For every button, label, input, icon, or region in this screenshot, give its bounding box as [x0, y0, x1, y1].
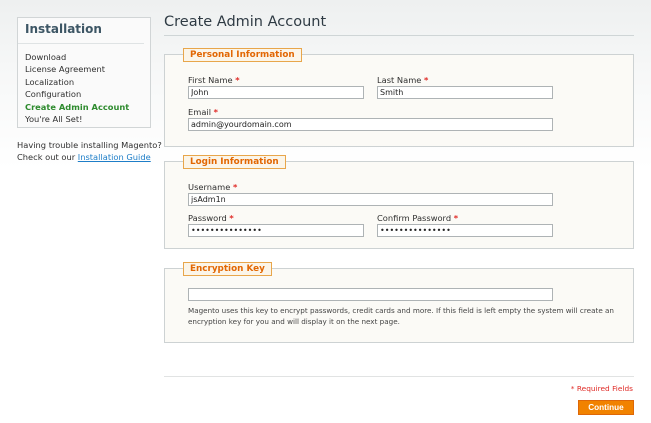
installation-guide-link[interactable]: Installation Guide — [78, 152, 151, 162]
page-title: Create Admin Account — [164, 14, 634, 36]
installation-steps-box: Installation Download License Agreement … — [17, 17, 151, 128]
step-create-admin-account: Create Admin Account — [25, 101, 130, 112]
confirm-password-input[interactable] — [377, 224, 553, 237]
password-input[interactable] — [188, 224, 364, 237]
help-line-1: Having trouble installing Magento? — [17, 140, 162, 150]
last-name-input[interactable] — [377, 86, 553, 99]
required-marker: * — [424, 75, 429, 85]
email-input[interactable] — [188, 118, 553, 131]
required-marker: * — [232, 182, 238, 192]
sidebar-title: Installation — [18, 18, 144, 44]
step-all-set: You're All Set! — [25, 114, 83, 125]
bottom-divider — [164, 376, 634, 377]
step-download: Download — [25, 52, 67, 62]
installation-steps-list: Download License Agreement Localization … — [18, 44, 150, 125]
required-marker: * — [213, 107, 219, 117]
help-text: Having trouble installing Magento? Check… — [17, 140, 162, 164]
last-name-label: Last Name * — [377, 75, 428, 85]
login-information-legend: Login Information — [183, 155, 286, 169]
sidebar: Installation Download License Agreement … — [17, 17, 162, 164]
step-license-agreement: License Agreement — [25, 64, 105, 75]
email-label: Email * — [188, 107, 218, 117]
required-marker: * — [229, 213, 234, 223]
encryption-key-input[interactable] — [188, 288, 553, 301]
first-name-label-text: First Name — [188, 75, 233, 85]
step-localization: Localization — [25, 76, 75, 87]
confirm-password-label: Confirm Password * — [377, 213, 458, 223]
encryption-key-legend: Encryption Key — [183, 262, 272, 276]
main-content: Create Admin Account — [164, 14, 634, 36]
login-information-fieldset: Login Information Username * Password * … — [164, 155, 634, 249]
password-label: Password * — [188, 213, 234, 223]
username-label: Username * — [188, 182, 237, 192]
last-name-label-text: Last Name — [377, 75, 422, 85]
help-prefix: Check out our — [17, 151, 76, 162]
password-label-text: Password — [188, 213, 227, 223]
step-configuration: Configuration — [25, 89, 82, 100]
required-fields-note: * Required Fields — [570, 384, 633, 393]
encryption-key-fieldset: Encryption Key Magento uses this key to … — [164, 262, 634, 343]
encryption-key-note: Magento uses this key to encrypt passwor… — [188, 306, 614, 326]
first-name-input[interactable] — [188, 86, 364, 99]
personal-information-fieldset: Personal Information First Name * Last N… — [164, 48, 634, 147]
required-marker: * — [235, 75, 240, 85]
first-name-label: First Name * — [188, 75, 240, 85]
username-label-text: Username — [188, 182, 231, 192]
confirm-password-label-text: Confirm Password — [377, 213, 452, 223]
help-line-2: Check out our Installation Guide — [17, 152, 151, 164]
username-input[interactable] — [188, 193, 553, 206]
continue-button[interactable]: Continue — [578, 400, 634, 415]
personal-information-legend: Personal Information — [183, 48, 302, 62]
required-marker: * — [453, 213, 459, 223]
email-label-text: Email — [188, 107, 212, 117]
